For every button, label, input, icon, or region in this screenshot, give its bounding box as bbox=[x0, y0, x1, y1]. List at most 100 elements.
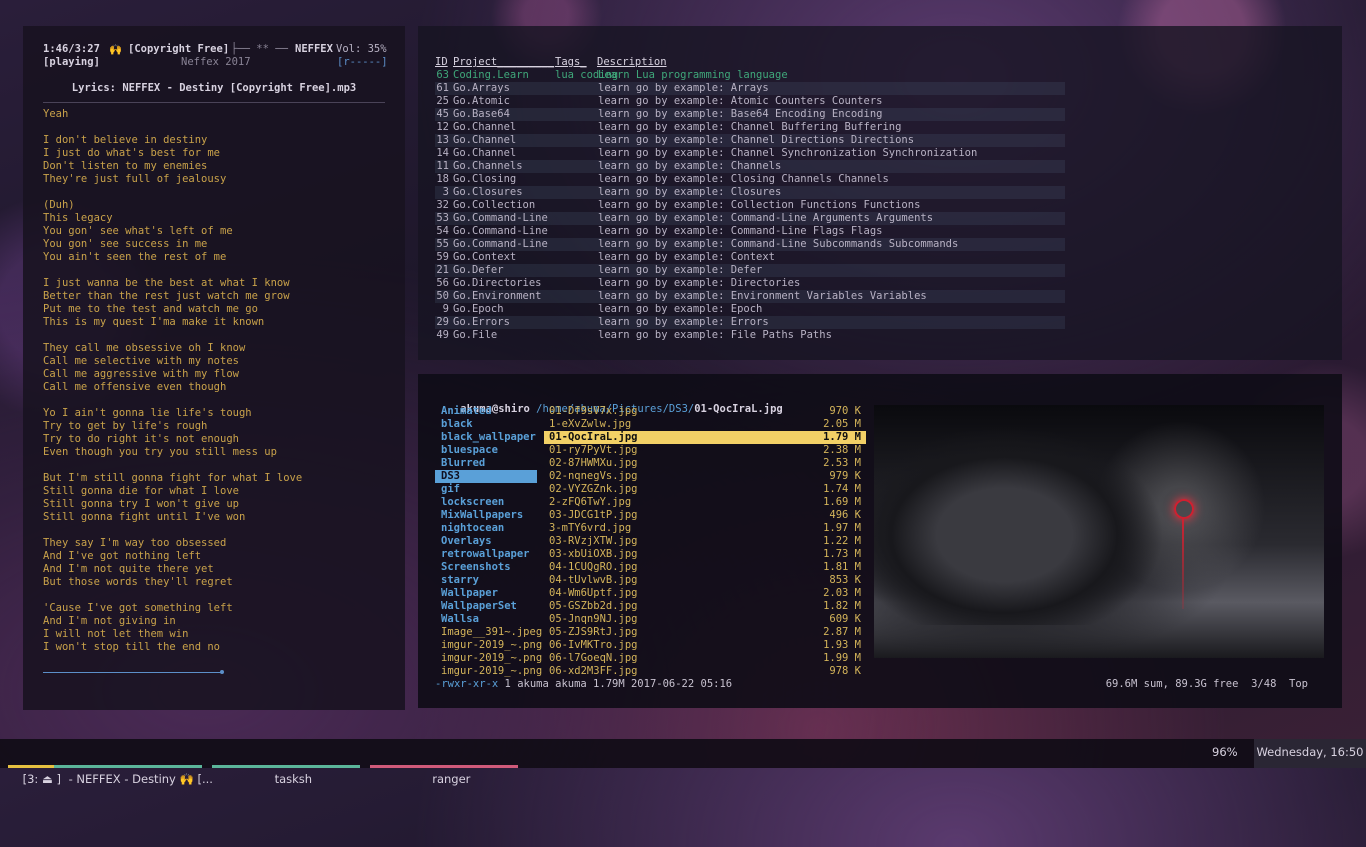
file-item[interactable]: 2-zFQ6TwY.jpg 1.69 M bbox=[544, 496, 866, 509]
music-player-panel[interactable]: 1:46/3:27 🙌 [Copyright Free] ├── ** ── N… bbox=[23, 26, 405, 710]
file-item[interactable]: 01-ry7PyVt.jpg 2.38 M bbox=[544, 444, 866, 457]
preview-eclipse bbox=[1174, 499, 1194, 519]
task-row[interactable]: 54 Go.Command-Line learn go by example: Co… bbox=[435, 225, 1065, 238]
file-item[interactable]: 06-IvMKTro.jpg 1.93 M bbox=[544, 639, 866, 652]
lyric-line: Yeah bbox=[43, 108, 69, 120]
directory-item[interactable]: Animated bbox=[435, 405, 537, 418]
file-item[interactable]: 01-Df9sV7x.jpg 970 K bbox=[544, 405, 866, 418]
window-tab-music[interactable]: - NEFFEX - Destiny 🙌 [... bbox=[54, 739, 213, 786]
tasksh-panel[interactable]: ID Project_________ Tags_ Description 63… bbox=[418, 26, 1342, 360]
task-row[interactable]: 55 Go.Command-Line learn go by example: Co… bbox=[435, 238, 1065, 251]
directory-item[interactable]: lockscreen bbox=[435, 496, 537, 509]
file-item[interactable]: 04-1CUQgRO.jpg 1.81 M bbox=[544, 561, 866, 574]
parent-file-item[interactable]: imgur-2019_~.png bbox=[435, 665, 542, 678]
file-item[interactable]: 05-GSZbb2d.jpg 1.82 M bbox=[544, 600, 866, 613]
task-id: 61 bbox=[436, 82, 449, 94]
preview-ruins bbox=[874, 425, 1164, 625]
window-tab-ranger[interactable]: ranger bbox=[370, 739, 518, 786]
directory-item[interactable]: Blurred bbox=[435, 457, 537, 470]
directory-item[interactable]: MixWallpapers bbox=[435, 509, 537, 522]
file-item[interactable]: 06-l7GoeqN.jpg 1.99 M bbox=[544, 652, 866, 665]
directory-item[interactable]: Wallpaper bbox=[435, 587, 537, 600]
window-tab-music-label: - NEFFEX - Destiny 🙌 [... bbox=[68, 772, 213, 786]
task-row[interactable]: 3 Go.Closures learn go by example: Closure… bbox=[435, 186, 1065, 199]
window-tab-tasksh[interactable]: tasksh bbox=[212, 739, 360, 786]
task-row[interactable]: 13 Go.Channel learn go by example: Channel… bbox=[435, 134, 1065, 147]
track-artist: NEFFEX bbox=[295, 43, 333, 55]
parent-file-item[interactable]: Image__391~.jpeg bbox=[435, 626, 542, 639]
lyric-line: They call me obsessive oh I know bbox=[43, 342, 246, 354]
file-item[interactable]: 02-87HWMXu.jpg 2.53 M bbox=[544, 457, 866, 470]
separator-glyphs: ├── ** ── bbox=[231, 43, 288, 55]
task-description: learn go by example: Command-Line Flags … bbox=[598, 225, 883, 237]
directory-item[interactable]: Overlays bbox=[435, 535, 537, 548]
task-row[interactable]: 29 Go.Errors learn go by example: Errors bbox=[435, 316, 1065, 329]
ranger-panel[interactable]: akuma@shiro /home/akuma/Pictures/DS3/01-… bbox=[418, 374, 1342, 708]
window-tab-ranger-label: ranger bbox=[432, 772, 471, 786]
file-item[interactable]: 1-eXvZwlw.jpg 2.05 M bbox=[544, 418, 866, 431]
directory-item[interactable]: Screenshots bbox=[435, 561, 537, 574]
task-row[interactable]: 9 Go.Epoch learn go by example: Epoch bbox=[435, 303, 1065, 316]
file-item[interactable]: 06-xd2M3FF.jpg 978 K bbox=[544, 665, 866, 678]
file-item[interactable]: 04-Wm6Uptf.jpg 2.03 M bbox=[544, 587, 866, 600]
directory-item[interactable]: WallpaperSet bbox=[435, 600, 537, 613]
file-item[interactable]: 05-Jnqn9NJ.jpg 609 K bbox=[544, 613, 866, 626]
file-item[interactable]: 03-JDCG1tP.jpg 496 K bbox=[544, 509, 866, 522]
directory-item[interactable]: starry bbox=[435, 574, 537, 587]
directory-item[interactable]: bluespace bbox=[435, 444, 537, 457]
file-name: 05-Jnqn9NJ.jpg bbox=[549, 613, 638, 625]
directory-item[interactable]: black bbox=[435, 418, 537, 431]
directory-item[interactable]: black_wallpaper bbox=[435, 431, 537, 444]
volume-indicator[interactable]: Vol: 35% bbox=[336, 43, 387, 55]
progress-bar[interactable] bbox=[43, 672, 223, 673]
file-name: 05-GSZbb2d.jpg bbox=[549, 600, 638, 612]
file-item[interactable]: 3-mTY6vrd.jpg 1.97 M bbox=[544, 522, 866, 535]
file-item[interactable]: 03-xbUiOXB.jpg 1.73 M bbox=[544, 548, 866, 561]
parent-file-item[interactable]: imgur-2019_~.png bbox=[435, 639, 542, 652]
clock[interactable]: Wednesday, 16:50 bbox=[1254, 739, 1366, 768]
lyric-line: And I've got nothing left bbox=[43, 550, 202, 562]
task-row[interactable]: 32 Go.Collection learn go by example: Coll… bbox=[435, 199, 1065, 212]
directory-item[interactable]: gif bbox=[435, 483, 537, 496]
directory-item[interactable]: Wallsa bbox=[435, 613, 537, 626]
task-row[interactable]: 63 Coding.Learn lua coding Learn Lua progra… bbox=[435, 69, 1065, 82]
task-row[interactable]: 21 Go.Defer learn go by example: Defer bbox=[435, 264, 1065, 277]
task-description: learn go by example: Closing Channels Ch… bbox=[598, 173, 889, 185]
task-row[interactable]: 14 Go.Channel learn go by example: Channel… bbox=[435, 147, 1065, 160]
task-row[interactable]: 45 Go.Base64 learn go by example: Base64 E… bbox=[435, 108, 1065, 121]
task-description: learn go by example: Closures bbox=[598, 186, 782, 198]
task-row[interactable]: 18 Go.Closing learn go by example: Closing… bbox=[435, 173, 1065, 186]
progress-knob[interactable] bbox=[220, 670, 224, 674]
task-project: Go.Command-Line bbox=[453, 212, 548, 224]
file-size: 2.38 M bbox=[823, 444, 861, 456]
task-row[interactable]: 49 Go.File learn go by example: File Paths… bbox=[435, 329, 1065, 342]
task-row[interactable]: 25 Go.Atomic learn go by example: Atomic C… bbox=[435, 95, 1065, 108]
task-description: learn go by example: Defer bbox=[598, 264, 763, 276]
directory-item[interactable]: DS3 bbox=[435, 470, 537, 483]
task-description: learn go by example: Channel Buffering B… bbox=[598, 121, 902, 133]
task-project: Coding.Learn bbox=[453, 69, 529, 81]
task-description: learn go by example: Channels bbox=[598, 160, 782, 172]
directory-item[interactable]: nightocean bbox=[435, 522, 537, 535]
file-item[interactable]: 01-QocIraL.jpg 1.79 M bbox=[544, 431, 866, 444]
hands-emoji: 🙌 bbox=[109, 44, 123, 56]
task-row[interactable]: 59 Go.Context learn go by example: Context bbox=[435, 251, 1065, 264]
task-row[interactable]: 50 Go.Environment learn go by example: Env… bbox=[435, 290, 1065, 303]
file-item[interactable]: 05-ZJS9RtJ.jpg 2.87 M bbox=[544, 626, 866, 639]
task-row[interactable]: 56 Go.Directories learn go by example: Dir… bbox=[435, 277, 1065, 290]
task-row[interactable]: 11 Go.Channels learn go by example: Channe… bbox=[435, 160, 1065, 173]
task-row[interactable]: 12 Go.Channel learn go by example: Channel… bbox=[435, 121, 1065, 134]
file-name: 1-eXvZwlw.jpg bbox=[549, 418, 632, 430]
file-item[interactable]: 03-RVzjXTW.jpg 1.22 M bbox=[544, 535, 866, 548]
file-item[interactable]: 02-VYZGZnk.jpg 1.74 M bbox=[544, 483, 866, 496]
directory-item[interactable]: retrowallpaper bbox=[435, 548, 537, 561]
header-project: Project_________ bbox=[453, 56, 555, 68]
task-description: learn go by example: Command-Line Argume… bbox=[598, 212, 934, 224]
task-row[interactable]: 61 Go.Arrays learn go by example: Arrays bbox=[435, 82, 1065, 95]
lyric-line: They say I'm way too obsessed bbox=[43, 537, 227, 549]
file-item[interactable]: 02-nqnegVs.jpg 979 K bbox=[544, 470, 866, 483]
parent-file-item[interactable]: imgur-2019_~.png bbox=[435, 652, 542, 665]
task-row[interactable]: 53 Go.Command-Line learn go by example: Co… bbox=[435, 212, 1065, 225]
lyric-line: Try to get by life's rough bbox=[43, 420, 208, 432]
file-item[interactable]: 04-tUvlwvB.jpg 853 K bbox=[544, 574, 866, 587]
